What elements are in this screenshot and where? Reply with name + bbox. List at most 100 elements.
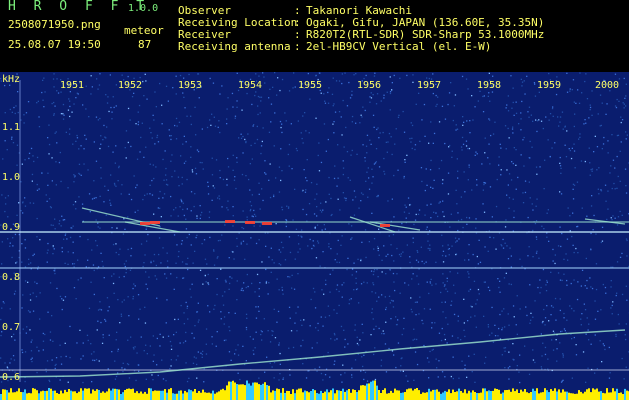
noise-pixel bbox=[201, 356, 203, 358]
noise-pixel bbox=[457, 219, 460, 222]
noise-pixel bbox=[63, 238, 65, 240]
noise-pixel bbox=[500, 244, 502, 246]
noise-pixel bbox=[397, 169, 399, 171]
noise-pixel bbox=[261, 331, 263, 333]
noise-pixel bbox=[367, 167, 369, 169]
noise-pixel bbox=[350, 154, 352, 156]
noise-pixel bbox=[4, 140, 6, 142]
noise-pixel bbox=[314, 368, 316, 370]
noise-pixel bbox=[508, 137, 510, 139]
noise-pixel bbox=[475, 151, 477, 153]
meter-bar bbox=[500, 393, 502, 400]
y-tick-label: 0.7 bbox=[2, 322, 21, 333]
noise-pixel bbox=[199, 269, 202, 271]
noise-pixel bbox=[524, 345, 526, 347]
noise-pixel bbox=[245, 286, 247, 289]
noise-pixel bbox=[370, 97, 373, 99]
noise-pixel bbox=[372, 176, 374, 178]
noise-pixel bbox=[63, 114, 65, 116]
noise-pixel bbox=[429, 230, 431, 232]
noise-pixel bbox=[133, 348, 135, 350]
noise-pixel bbox=[441, 371, 444, 373]
noise-pixel bbox=[88, 116, 90, 118]
noise-pixel bbox=[478, 293, 480, 295]
noise-pixel bbox=[175, 75, 177, 77]
noise-pixel bbox=[32, 292, 34, 294]
meter-bar bbox=[160, 390, 162, 400]
noise-pixel bbox=[526, 75, 528, 77]
meter-bar bbox=[84, 388, 86, 400]
noise-pixel bbox=[342, 173, 344, 176]
meter-bar bbox=[480, 392, 482, 400]
noise-pixel bbox=[292, 87, 294, 89]
noise-pixel bbox=[570, 157, 573, 160]
noise-pixel bbox=[528, 106, 531, 108]
noise-pixel bbox=[588, 117, 590, 119]
noise-pixel bbox=[330, 214, 332, 217]
noise-pixel bbox=[21, 243, 23, 245]
meter-bar bbox=[2, 389, 4, 400]
noise-pixel bbox=[46, 252, 48, 254]
noise-pixel bbox=[385, 308, 387, 311]
noise-pixel bbox=[236, 237, 238, 240]
noise-pixel bbox=[430, 203, 432, 205]
noise-pixel bbox=[438, 121, 441, 123]
noise-pixel bbox=[608, 346, 610, 349]
noise-pixel bbox=[62, 103, 65, 106]
noise-pixel bbox=[216, 257, 218, 259]
noise-pixel bbox=[392, 300, 394, 302]
noise-pixel bbox=[342, 192, 344, 194]
noise-pixel bbox=[61, 298, 63, 300]
meter-bar bbox=[476, 393, 478, 400]
noise-pixel bbox=[375, 103, 378, 105]
noise-pixel bbox=[623, 77, 625, 80]
noise-pixel bbox=[247, 133, 249, 135]
noise-pixel bbox=[59, 379, 61, 381]
noise-pixel bbox=[322, 325, 324, 327]
noise-pixel bbox=[177, 355, 179, 357]
noise-pixel bbox=[41, 91, 43, 94]
meter-bar bbox=[16, 391, 18, 400]
noise-pixel bbox=[366, 380, 369, 382]
noise-pixel bbox=[273, 195, 275, 198]
noise-pixel bbox=[455, 253, 457, 256]
meter-bar bbox=[94, 390, 96, 400]
noise-pixel bbox=[614, 167, 616, 169]
noise-pixel bbox=[456, 128, 458, 130]
noise-pixel bbox=[199, 161, 201, 164]
noise-pixel bbox=[483, 211, 486, 213]
noise-pixel bbox=[409, 256, 411, 258]
meter-bar bbox=[86, 388, 88, 400]
noise-pixel bbox=[24, 280, 27, 282]
noise-pixel bbox=[568, 148, 570, 150]
noise-pixel bbox=[255, 306, 257, 308]
noise-pixel bbox=[220, 268, 222, 270]
noise-pixel bbox=[324, 102, 327, 104]
noise-pixel bbox=[372, 318, 374, 320]
noise-pixel bbox=[95, 219, 97, 221]
noise-pixel bbox=[254, 142, 256, 144]
noise-pixel bbox=[616, 155, 618, 158]
noise-pixel bbox=[27, 310, 30, 312]
noise-pixel bbox=[74, 201, 77, 203]
noise-pixel bbox=[541, 225, 543, 227]
noise-pixel bbox=[261, 339, 263, 341]
noise-pixel bbox=[77, 259, 79, 261]
noise-pixel bbox=[430, 121, 432, 123]
noise-pixel bbox=[538, 91, 540, 93]
noise-pixel bbox=[185, 362, 187, 364]
noise-pixel bbox=[515, 188, 517, 190]
noise-pixel bbox=[219, 131, 221, 134]
noise-pixel bbox=[84, 134, 86, 136]
noise-pixel bbox=[583, 123, 585, 125]
noise-pixel bbox=[308, 132, 310, 134]
noise-pixel bbox=[184, 340, 187, 342]
noise-pixel bbox=[125, 130, 128, 132]
noise-pixel bbox=[73, 176, 76, 178]
noise-pixel bbox=[61, 215, 63, 217]
noise-pixel bbox=[269, 196, 272, 199]
meter-bar bbox=[556, 391, 558, 400]
noise-pixel bbox=[59, 295, 62, 298]
noise-pixel bbox=[103, 201, 105, 203]
noise-pixel bbox=[441, 105, 444, 107]
